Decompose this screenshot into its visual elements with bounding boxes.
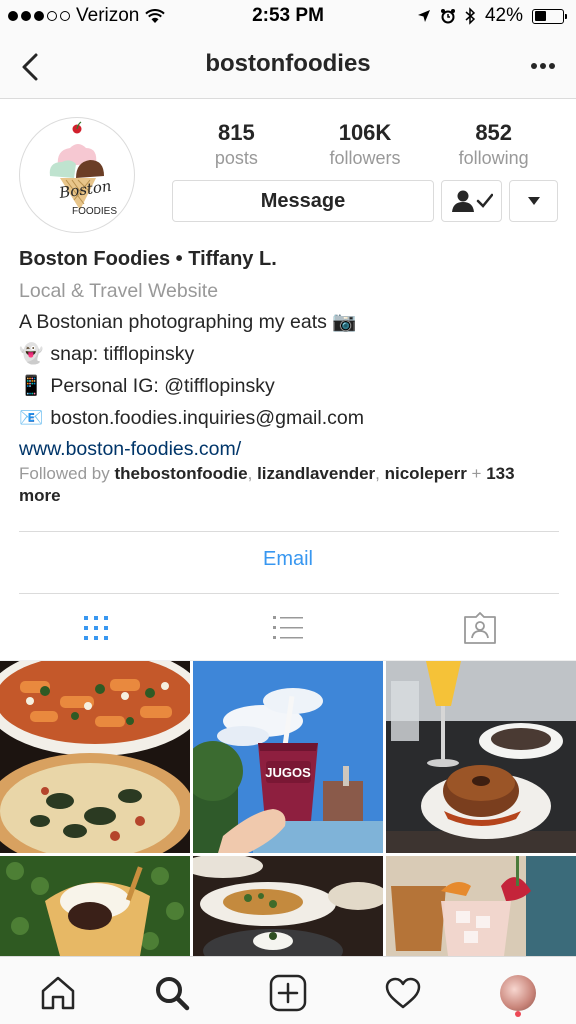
email-button[interactable]: Email xyxy=(0,548,576,571)
more-options-icon[interactable] xyxy=(528,56,558,76)
followed-prefix: Followed by xyxy=(19,464,110,483)
suggestions-dropdown-button[interactable] xyxy=(509,180,558,222)
boston-foodies-logo: Boston FOODIES xyxy=(49,121,117,217)
following-label: following xyxy=(458,148,529,168)
list-icon xyxy=(273,616,303,639)
cocktails-photo xyxy=(386,856,576,956)
website-link[interactable]: www.boston-foodies.com/ xyxy=(19,434,559,464)
tab-search[interactable] xyxy=(152,973,192,1013)
profile-avatar-small xyxy=(500,975,536,1011)
caret-down-icon xyxy=(527,197,540,205)
followers-label: followers xyxy=(329,148,401,168)
page-title: bostonfoodies xyxy=(205,50,371,77)
tagged-view-tab[interactable] xyxy=(460,608,500,648)
photo-thumbnail[interactable] xyxy=(386,856,576,956)
photo-thumbnail[interactable] xyxy=(0,856,190,956)
status-bar: Verizon 2:53 PM 42% xyxy=(0,0,576,32)
bubble-waffle-photo xyxy=(0,856,190,956)
tagged-person-icon xyxy=(464,612,496,644)
bio-text: boston.foodies.inquiries@gmail.com xyxy=(50,407,364,429)
bio-line: A Bostonian photographing my eats 📷 xyxy=(19,306,559,338)
tab-profile[interactable] xyxy=(498,973,538,1013)
tab-home[interactable] xyxy=(38,973,78,1013)
following-status-button[interactable] xyxy=(441,180,502,222)
notification-dot xyxy=(515,1011,521,1017)
bio-line: 📧 boston.foodies.inquiries@gmail.com xyxy=(19,402,559,434)
dinner-plates-photo xyxy=(193,856,383,956)
bio-line: 📱 Personal IG: @tifflopinsky xyxy=(19,370,559,402)
navigation-bar: bostonfoodies xyxy=(0,32,576,99)
heart-icon xyxy=(385,977,421,1009)
stat-followers[interactable]: 106K followers xyxy=(301,120,430,169)
tab-new-post[interactable] xyxy=(268,973,308,1013)
envelope-icon: 📧 xyxy=(19,407,44,429)
pasta-pizza-photo xyxy=(0,661,190,853)
photo-thumbnail[interactable]: JUGOS xyxy=(193,661,383,853)
photo-thumbnail[interactable] xyxy=(193,856,383,956)
mobile-phone-icon: 📱 xyxy=(19,375,44,397)
list-view-tab[interactable] xyxy=(268,608,308,648)
bio-text: Personal IG: @tifflopinsky xyxy=(50,375,275,397)
followed-by-text[interactable]: Followed by thebostonfoodie, lizandlaven… xyxy=(19,463,559,507)
grid-view-tab[interactable] xyxy=(76,608,116,648)
photo-grid: JUGOS xyxy=(0,661,576,956)
logo-text-foodies: FOODIES xyxy=(72,206,117,217)
following-count: 852 xyxy=(475,120,513,145)
home-icon xyxy=(41,976,75,1010)
follower-name: lizandlavender xyxy=(257,464,376,483)
photo-thumbnail[interactable] xyxy=(0,661,190,853)
person-check-icon xyxy=(451,190,493,212)
battery-percent: 42% xyxy=(484,5,523,26)
juice-cup-photo: JUGOS xyxy=(193,661,383,853)
alarm-clock-icon xyxy=(440,9,455,24)
photo-thumbnail[interactable] xyxy=(386,661,576,853)
donut-mimosa-photo xyxy=(386,661,576,853)
divider xyxy=(19,593,559,594)
profile-avatar[interactable]: Boston FOODIES xyxy=(19,117,135,233)
bio-text: A Bostonian photographing my eats 📷 xyxy=(19,311,357,333)
cup-label: JUGOS xyxy=(265,765,311,780)
profile-full-name: Boston Foodies • Tiffany L. xyxy=(19,248,277,270)
posts-count: 815 xyxy=(217,120,255,145)
search-icon xyxy=(156,977,190,1011)
stat-following[interactable]: 852 following xyxy=(429,120,558,169)
profile-bio: Boston Foodies • Tiffany L. Local & Trav… xyxy=(19,244,559,464)
ghost-icon: 👻 xyxy=(19,343,44,365)
add-post-icon xyxy=(269,974,307,1012)
profile-stats: 815 posts 106K followers 852 following xyxy=(172,120,558,169)
followers-count: 106K xyxy=(338,120,392,145)
location-arrow-icon xyxy=(417,10,430,22)
follower-name: nicoleperr xyxy=(384,464,467,483)
posts-label: posts xyxy=(214,148,258,168)
message-button[interactable]: Message xyxy=(172,180,434,222)
tab-activity[interactable] xyxy=(383,973,423,1013)
bio-text: snap: tifflopinsky xyxy=(50,343,195,365)
divider xyxy=(19,531,559,532)
bottom-tab-bar xyxy=(0,956,576,1024)
profile-category: Local & Travel Website xyxy=(19,280,219,302)
bio-line: 👻 snap: tifflopinsky xyxy=(19,338,559,370)
bluetooth-icon xyxy=(465,7,476,25)
battery-icon xyxy=(532,8,567,24)
follower-name: thebostonfoodie xyxy=(114,464,248,483)
grid-icon xyxy=(84,616,108,640)
stat-posts[interactable]: 815 posts xyxy=(172,120,301,169)
